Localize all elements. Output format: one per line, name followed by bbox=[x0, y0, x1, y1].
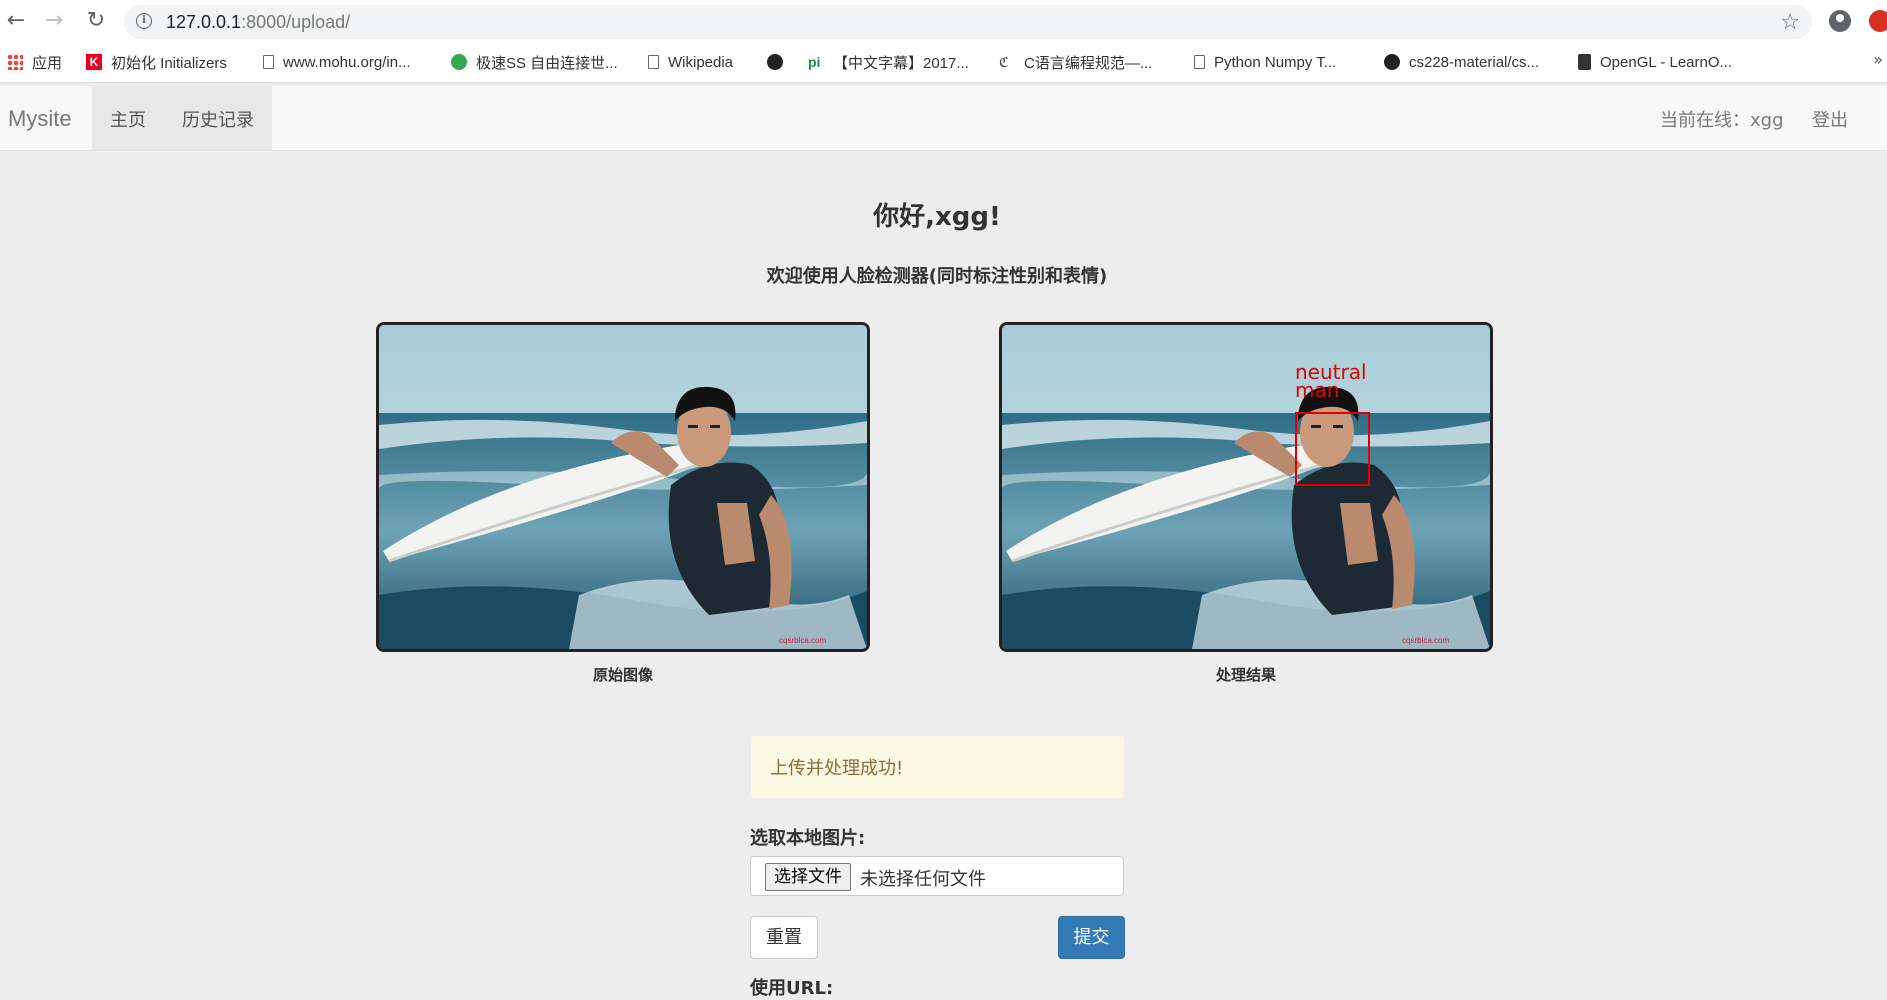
extension-icon[interactable] bbox=[1869, 10, 1887, 32]
bookmark-github[interactable] bbox=[767, 52, 792, 72]
bookmark-label: OpenGL - LearnO... bbox=[1600, 53, 1733, 71]
apps-grid-icon bbox=[7, 54, 23, 70]
original-image: cqsrblca.com bbox=[376, 322, 870, 652]
result-image: neutral man cqsrblca.com bbox=[999, 322, 1493, 652]
bookmark-mohu[interactable]: www.mohu.org/in... bbox=[263, 52, 411, 72]
page-title: 你好,xgg! bbox=[873, 202, 1001, 232]
profile-icon[interactable] bbox=[1829, 10, 1851, 32]
document-icon bbox=[648, 55, 659, 69]
url-label: 使用URL: bbox=[750, 978, 834, 999]
nav-history[interactable]: 历史记录 bbox=[182, 106, 254, 132]
online-user: 当前在线：xgg bbox=[1660, 110, 1784, 131]
more-bookmarks-icon[interactable]: » bbox=[1873, 50, 1883, 69]
bookmark-apps[interactable]: 应用 bbox=[7, 52, 62, 72]
github-icon bbox=[1384, 54, 1400, 70]
bookmark-subtitles[interactable]: pi 【中文字幕】2017... bbox=[808, 52, 969, 72]
bookmark-label: www.mohu.org/in... bbox=[283, 53, 411, 71]
reload-icon[interactable]: ↻ bbox=[84, 9, 108, 33]
bookmark-label: 应用 bbox=[32, 54, 63, 72]
result-caption: 处理结果 bbox=[1215, 666, 1276, 684]
document-icon bbox=[263, 55, 274, 69]
paper-plane-icon bbox=[451, 54, 467, 70]
back-icon[interactable]: ← bbox=[4, 9, 28, 33]
book-icon bbox=[1578, 54, 1591, 70]
bookmark-initializers[interactable]: K 初始化 Initializers bbox=[86, 52, 227, 72]
bookmark-star-icon[interactable]: ☆ bbox=[1780, 10, 1800, 35]
surfer-photo: cqsrblca.com bbox=[379, 325, 867, 649]
bookmark-label: Wikipedia bbox=[668, 53, 734, 71]
bookmark-c-language[interactable]: ℭ C语言编程规范—... bbox=[999, 52, 1152, 72]
bookmark-label: C语言编程规范—... bbox=[1024, 54, 1153, 72]
bookmark-opengl[interactable]: OpenGL - LearnO... bbox=[1578, 52, 1732, 72]
document-icon bbox=[1194, 55, 1205, 69]
page-subtitle: 欢迎使用人脸检测器(同时标注性别和表情) bbox=[766, 266, 1108, 287]
bookmark-numpy[interactable]: Python Numpy T... bbox=[1194, 52, 1336, 72]
success-alert: 上传并处理成功! bbox=[751, 736, 1124, 798]
nav-links: 主页 历史记录 bbox=[92, 86, 272, 150]
url-text[interactable]: 127.0.0.1:8000/upload/ bbox=[166, 12, 350, 33]
file-status: 未选择任何文件 bbox=[860, 869, 986, 890]
bookmark-label: 极速SS 自由连接世... bbox=[476, 54, 618, 72]
logout-link[interactable]: 登出 bbox=[1812, 106, 1848, 132]
surfer-photo-annotated: neutral man cqsrblca.com bbox=[1002, 325, 1490, 649]
submit-button[interactable]: 提交 bbox=[1058, 916, 1125, 959]
brand-link[interactable]: Mysite bbox=[8, 106, 72, 132]
watermark: cqsrblca.com bbox=[779, 636, 826, 645]
browser-toolbar: ← → ↻ i 127.0.0.1:8000/upload/ ☆ bbox=[0, 0, 1887, 42]
bookmark-label: 初始化 Initializers bbox=[111, 54, 227, 72]
bookmark-wikipedia[interactable]: Wikipedia bbox=[648, 52, 733, 72]
c-icon: ℭ bbox=[999, 54, 1009, 70]
bookmark-jisu[interactable]: 极速SS 自由连接世... bbox=[451, 52, 618, 72]
file-input[interactable]: 选择文件 未选择任何文件 bbox=[750, 856, 1124, 896]
github-icon bbox=[767, 54, 783, 70]
k-icon: K bbox=[86, 54, 102, 70]
bookmark-label: cs228-material/cs... bbox=[1409, 53, 1540, 71]
pi-icon: pi bbox=[808, 54, 821, 70]
bookmark-label: Python Numpy T... bbox=[1214, 53, 1337, 71]
bookmark-cs228[interactable]: cs228-material/cs... bbox=[1384, 52, 1539, 72]
bookmarks-bar: 应用 K 初始化 Initializers www.mohu.org/in...… bbox=[0, 42, 1887, 83]
forward-icon[interactable]: → bbox=[42, 9, 66, 33]
choose-file-button[interactable]: 选择文件 bbox=[765, 863, 851, 891]
reset-button[interactable]: 重置 bbox=[750, 916, 818, 959]
info-icon[interactable]: i bbox=[136, 13, 152, 29]
bookmark-label: 【中文字幕】2017... bbox=[833, 54, 969, 72]
original-caption: 原始图像 bbox=[592, 666, 653, 684]
watermark: cqsrblca.com bbox=[1402, 636, 1449, 645]
site-navbar: Mysite 主页 历史记录 当前在线：xgg 登出 bbox=[0, 86, 1887, 151]
nav-home[interactable]: 主页 bbox=[110, 106, 146, 132]
address-bar[interactable]: i 127.0.0.1:8000/upload/ ☆ bbox=[124, 5, 1812, 39]
gender-label: man bbox=[1295, 378, 1339, 402]
file-label: 选取本地图片: bbox=[750, 828, 866, 849]
